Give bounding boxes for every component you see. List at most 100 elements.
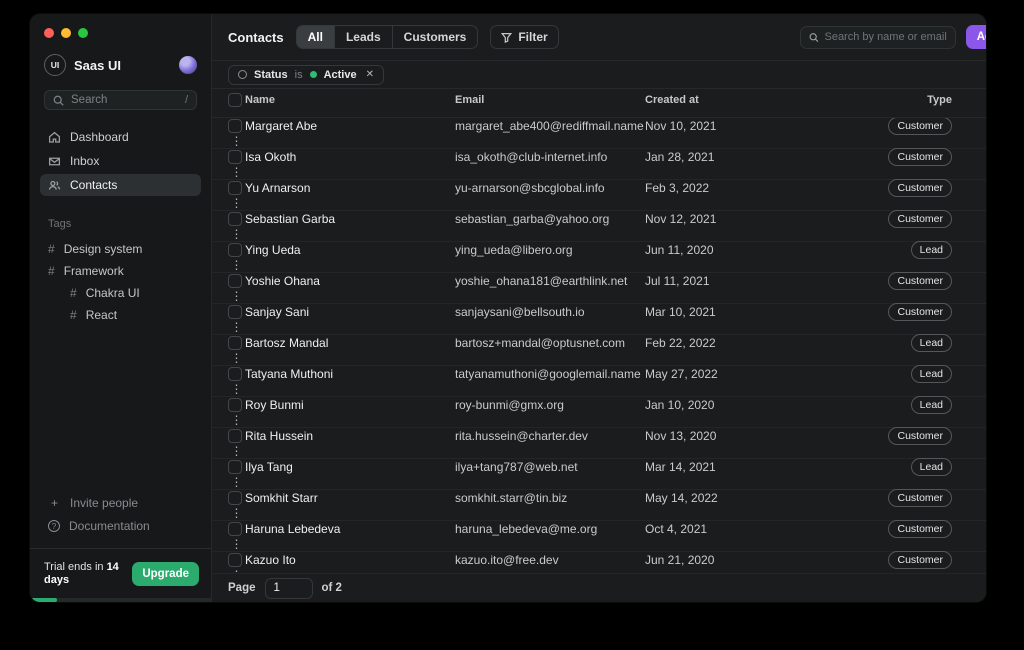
contact-name: Bartosz Mandal — [245, 336, 455, 350]
contact-name: Yoshie Ohana — [245, 274, 455, 288]
row-menu-icon[interactable]: ⋮ — [231, 413, 243, 427]
contact-name: Ying Ueda — [245, 243, 455, 257]
contact-name: Somkhit Starr — [245, 491, 455, 505]
row-menu-icon[interactable]: ⋮ — [231, 351, 243, 365]
sidebar-search-input[interactable]: Search / — [44, 90, 197, 110]
row-menu-icon[interactable]: ⋮ — [231, 196, 243, 210]
workspace-header[interactable]: UI Saas UI — [30, 38, 211, 76]
sidebar-item-dashboard[interactable]: Dashboard — [40, 126, 201, 148]
row-checkbox[interactable] — [228, 336, 242, 350]
column-header-type[interactable]: Type — [927, 94, 952, 106]
table-row[interactable]: Roy Bunmiroy-bunmi@gmx.orgJan 10, 2020Le… — [212, 397, 986, 428]
table-row[interactable]: Yu Arnarsonyu-arnarson@sbcglobal.infoFeb… — [212, 180, 986, 211]
tag-label: React — [86, 308, 117, 322]
sidebar-item-label: Contacts — [70, 178, 117, 192]
row-menu-icon[interactable]: ⋮ — [231, 444, 243, 458]
column-header-email[interactable]: Email — [455, 94, 645, 106]
row-checkbox[interactable] — [228, 553, 242, 567]
table-row[interactable]: Rita Husseinrita.hussein@charter.devNov … — [212, 428, 986, 459]
tag-chakra-ui[interactable]: # Chakra UI — [30, 282, 211, 304]
remove-filter-icon[interactable]: ✕ — [366, 69, 374, 80]
row-menu-icon[interactable]: ⋮ — [231, 320, 243, 334]
search-shortcut: / — [185, 94, 188, 106]
row-checkbox[interactable] — [228, 460, 242, 474]
table-row[interactable]: Haruna Lebedevaharuna_lebedeva@me.orgOct… — [212, 521, 986, 552]
trial-progress-track — [30, 598, 211, 602]
search-icon — [53, 95, 64, 106]
row-checkbox[interactable] — [228, 212, 242, 226]
table-row[interactable]: Kazuo Itokazuo.ito@free.devJun 21, 2020C… — [212, 552, 986, 573]
sidebar-item-inbox[interactable]: Inbox — [40, 150, 201, 172]
sidebar-search-placeholder: Search — [71, 94, 107, 106]
inbox-icon — [48, 155, 61, 168]
contacts-search-input[interactable] — [824, 31, 946, 43]
row-checkbox[interactable] — [228, 243, 242, 257]
table-row[interactable]: Yoshie Ohanayoshie_ohana181@earthlink.ne… — [212, 273, 986, 304]
minimize-window-button[interactable] — [61, 28, 71, 38]
table-row[interactable]: Bartosz Mandalbartosz+mandal@optusnet.co… — [212, 335, 986, 366]
contact-created-date: Jan 28, 2021 — [645, 150, 806, 164]
user-avatar[interactable] — [179, 56, 197, 74]
row-checkbox[interactable] — [228, 305, 242, 319]
contacts-search-field[interactable] — [800, 26, 956, 49]
tab-customers[interactable]: Customers — [393, 26, 478, 48]
table-row[interactable]: Ilya Tangilya+tang787@web.netMar 14, 202… — [212, 459, 986, 490]
row-checkbox[interactable] — [228, 181, 242, 195]
row-checkbox[interactable] — [228, 429, 242, 443]
documentation-link[interactable]: ? Documentation — [30, 515, 211, 538]
row-menu-icon[interactable]: ⋮ — [231, 537, 243, 551]
contacts-toolbar: Contacts All Leads Customers Filter Add … — [212, 14, 986, 61]
upgrade-button[interactable]: Upgrade — [132, 562, 199, 586]
row-checkbox[interactable] — [228, 119, 242, 133]
row-menu-icon[interactable]: ⋮ — [231, 475, 243, 489]
row-checkbox[interactable] — [228, 150, 242, 164]
add-person-button[interactable]: Add person — [966, 25, 986, 49]
contact-name: Kazuo Ito — [245, 553, 455, 567]
type-badge: Customer — [888, 489, 952, 507]
filter-button-label: Filter — [518, 30, 547, 44]
tab-all[interactable]: All — [297, 26, 335, 48]
contact-created-date: Nov 10, 2021 — [645, 119, 806, 133]
tag-design-system[interactable]: # Design system — [30, 238, 211, 260]
row-checkbox[interactable] — [228, 274, 242, 288]
row-menu-icon[interactable]: ⋮ — [231, 165, 243, 179]
sidebar-item-contacts[interactable]: Contacts — [40, 174, 201, 196]
app-name: Saas UI — [74, 58, 171, 73]
table-row[interactable]: Sanjay Sanisanjaysani@bellsouth.ioMar 10… — [212, 304, 986, 335]
column-header-name[interactable]: Name — [245, 94, 455, 106]
row-checkbox[interactable] — [228, 398, 242, 412]
plus-icon: + — [48, 496, 61, 510]
row-checkbox[interactable] — [228, 491, 242, 505]
tag-react[interactable]: # React — [30, 304, 211, 326]
status-filter-chip[interactable]: Status is Active ✕ — [228, 65, 384, 85]
type-badge: Customer — [888, 303, 952, 321]
table-row[interactable]: Tatyana Muthonitatyanamuthoni@googlemail… — [212, 366, 986, 397]
row-checkbox[interactable] — [228, 522, 242, 536]
table-row[interactable]: Sebastian Garbasebastian_garba@yahoo.org… — [212, 211, 986, 242]
row-menu-icon[interactable]: ⋮ — [231, 134, 243, 148]
tab-leads[interactable]: Leads — [335, 26, 393, 48]
row-menu-icon[interactable]: ⋮ — [231, 382, 243, 396]
table-row[interactable]: Somkhit Starrsomkhit.starr@tin.bizMay 14… — [212, 490, 986, 521]
active-filters-bar: Status is Active ✕ — [212, 61, 986, 89]
table-row[interactable]: Ying Uedaying_ueda@libero.orgJun 11, 202… — [212, 242, 986, 273]
select-all-checkbox[interactable] — [228, 93, 242, 107]
invite-people-link[interactable]: + Invite people — [30, 492, 211, 515]
contact-email: haruna_lebedeva@me.org — [455, 522, 645, 536]
zoom-window-button[interactable] — [78, 28, 88, 38]
filter-value: Active — [324, 69, 357, 81]
sidebar-nav: Dashboard Inbox Contacts — [30, 126, 211, 196]
row-menu-icon[interactable]: ⋮ — [231, 227, 243, 241]
row-menu-icon[interactable]: ⋮ — [231, 258, 243, 272]
row-checkbox[interactable] — [228, 367, 242, 381]
row-menu-icon[interactable]: ⋮ — [231, 289, 243, 303]
tag-framework[interactable]: # Framework — [30, 260, 211, 282]
table-row[interactable]: Margaret Abemargaret_abe400@rediffmail.n… — [212, 118, 986, 149]
column-header-status[interactable]: Status — [952, 94, 986, 106]
row-menu-icon[interactable]: ⋮ — [231, 506, 243, 520]
column-header-created[interactable]: Created at — [645, 94, 806, 106]
close-window-button[interactable] — [44, 28, 54, 38]
page-number-input[interactable] — [265, 578, 313, 599]
table-row[interactable]: Isa Okothisa_okoth@club-internet.infoJan… — [212, 149, 986, 180]
filter-button[interactable]: Filter — [490, 25, 558, 49]
